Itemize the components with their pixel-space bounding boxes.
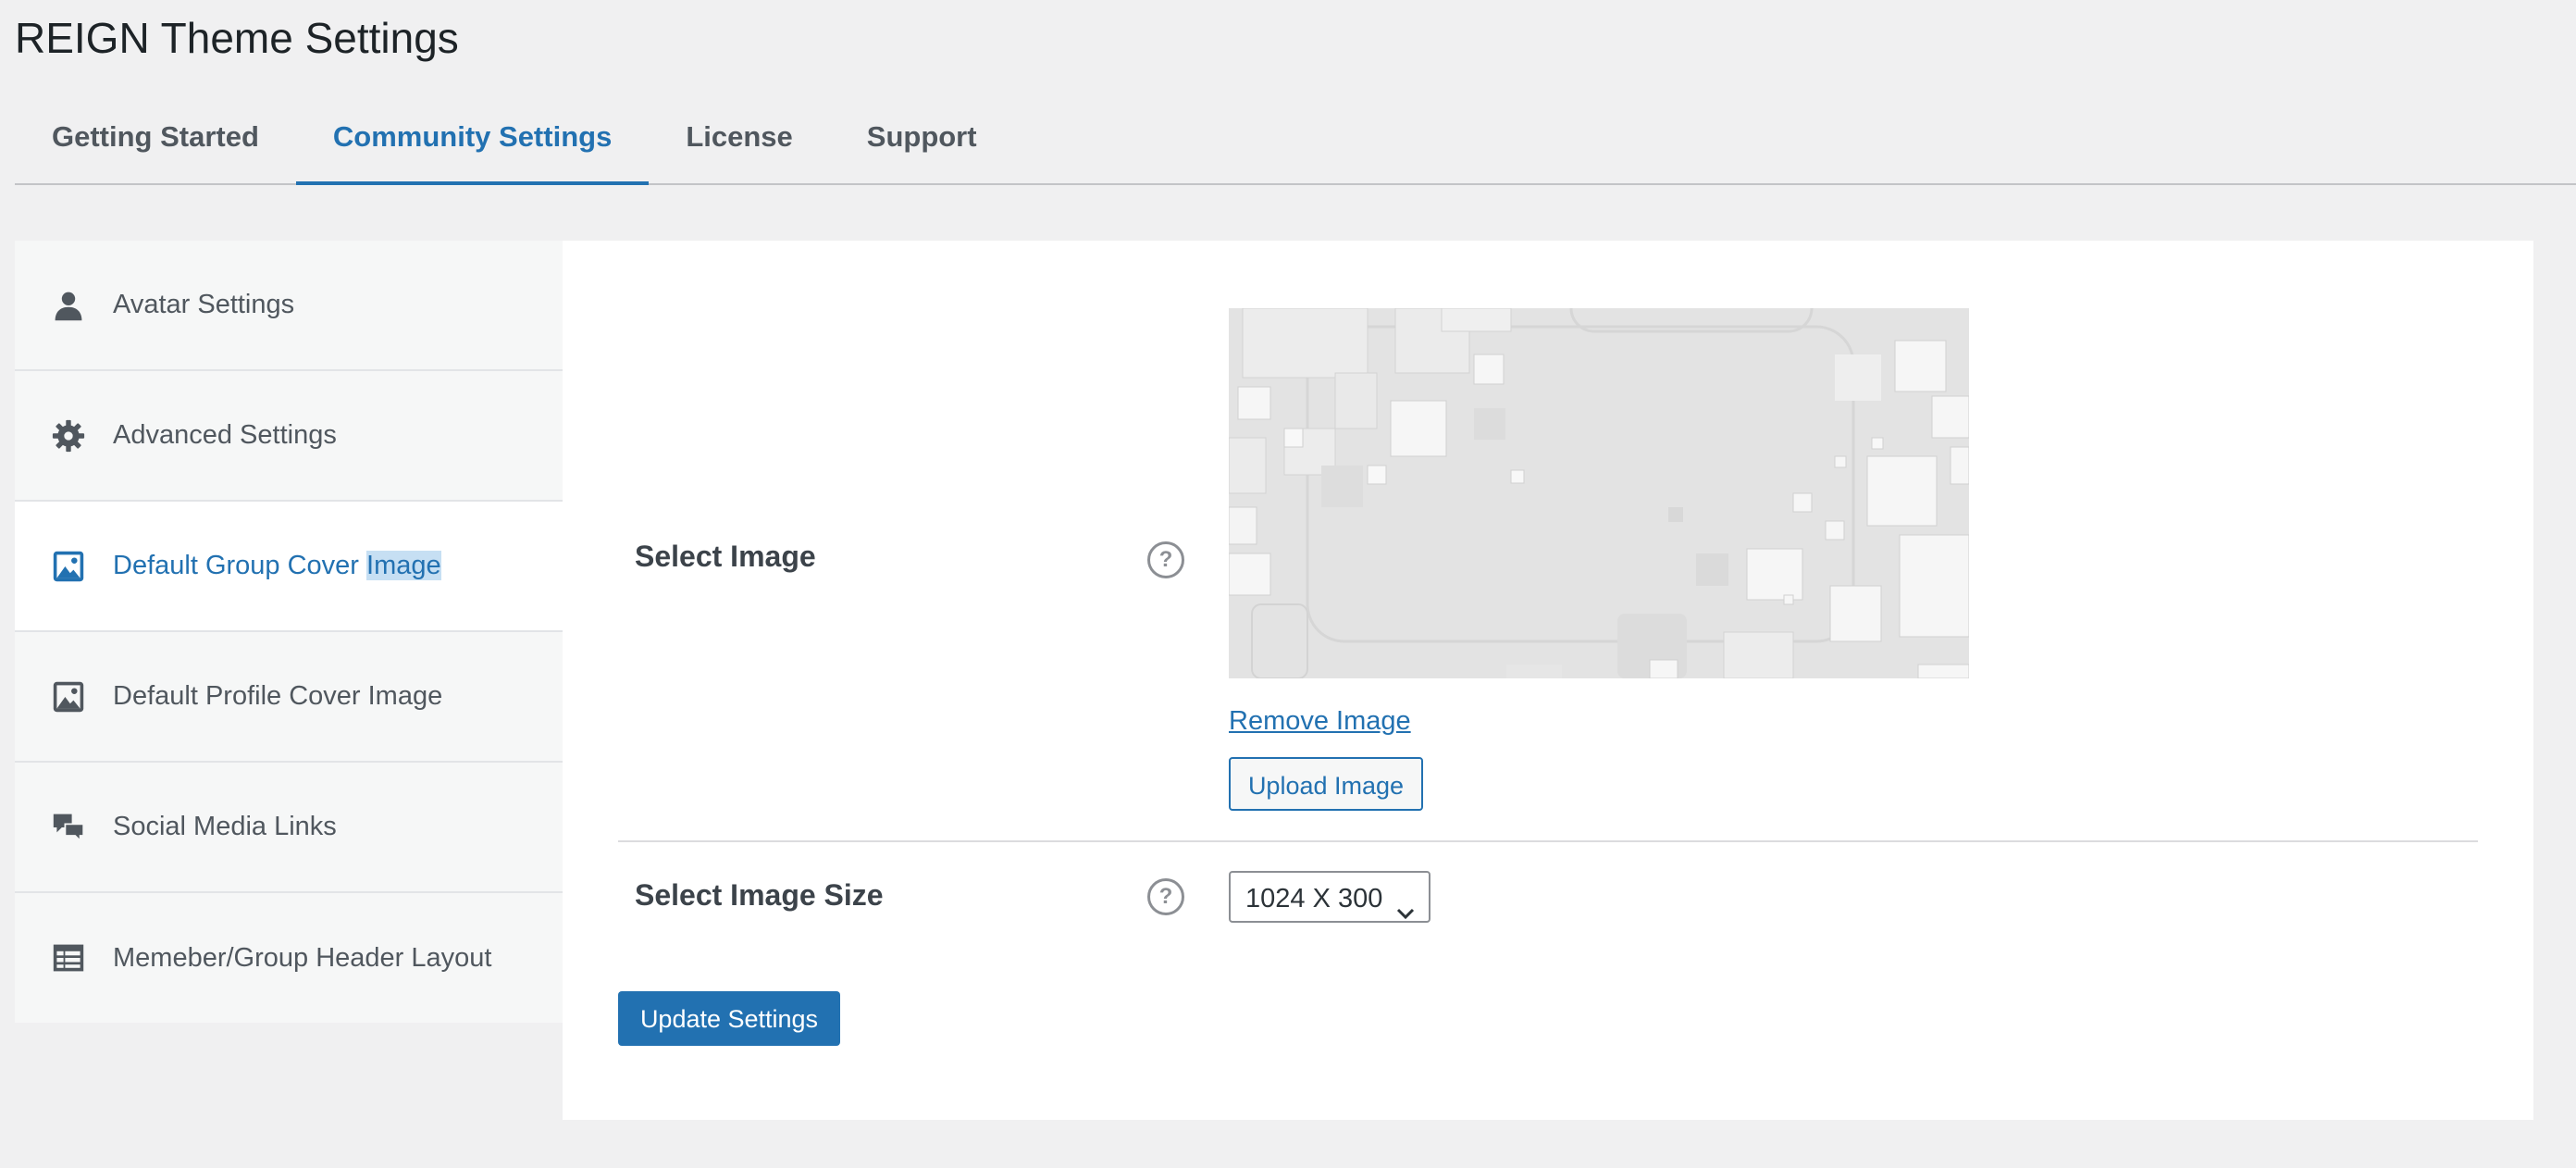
select-image-label: Select Image bbox=[635, 540, 816, 573]
select-image-size-label: Select Image Size bbox=[635, 878, 884, 912]
update-settings-button[interactable]: Update Settings bbox=[618, 991, 840, 1046]
cover-image-preview bbox=[1229, 308, 1969, 678]
sidebar-item-default-profile-cover-image[interactable]: Default Profile Cover Image bbox=[15, 632, 563, 763]
tab-support[interactable]: Support bbox=[830, 104, 1014, 181]
cover-image-pattern bbox=[1229, 308, 1969, 678]
settings-sidebar: Avatar Settings Advanced Settings Defaul… bbox=[15, 241, 563, 1023]
sidebar-item-member-group-header-layout[interactable]: Memeber/Group Header Layout bbox=[15, 893, 563, 1023]
remove-image-link[interactable]: Remove Image bbox=[1229, 706, 1411, 737]
sidebar-item-label: Default Profile Cover Image bbox=[113, 681, 443, 711]
sidebar-item-default-group-cover-image[interactable]: Default Group Cover Image bbox=[15, 502, 563, 632]
sidebar-item-label: Advanced Settings bbox=[113, 420, 337, 450]
help-icon[interactable]: ? bbox=[1147, 541, 1184, 578]
settings-panel: Select Image ? Remove Image Upload Image… bbox=[563, 241, 2533, 1120]
layout-icon bbox=[52, 941, 85, 975]
tab-getting-started[interactable]: Getting Started bbox=[15, 104, 296, 181]
sidebar-item-social-media-links[interactable]: Social Media Links bbox=[15, 763, 563, 893]
sidebar-item-label: Memeber/Group Header Layout bbox=[113, 942, 492, 973]
selected-text: Image bbox=[366, 551, 441, 580]
image-size-select[interactable]: 1024 X 300 bbox=[1229, 871, 1430, 923]
tab-community-settings[interactable]: Community Settings bbox=[295, 104, 650, 185]
user-icon bbox=[52, 289, 85, 322]
image-icon bbox=[52, 680, 85, 714]
page-title: REIGN Theme Settings bbox=[15, 14, 459, 62]
chevron-down-icon bbox=[1395, 889, 1416, 920]
image-icon bbox=[52, 550, 85, 583]
sidebar-item-label: Default Group Cover Image bbox=[113, 551, 441, 580]
upload-image-button[interactable]: Upload Image bbox=[1229, 757, 1423, 811]
settings-tabs: Getting Started Community Settings Licen… bbox=[15, 104, 2576, 185]
help-icon[interactable]: ? bbox=[1147, 878, 1184, 915]
image-size-select-value: 1024 X 300 bbox=[1245, 884, 1383, 913]
gear-icon bbox=[52, 419, 85, 453]
sidebar-item-label: Avatar Settings bbox=[113, 290, 295, 319]
row-divider bbox=[618, 840, 2478, 842]
chat-bubbles-icon bbox=[52, 811, 85, 844]
tab-license[interactable]: License bbox=[649, 104, 829, 181]
sidebar-item-advanced-settings[interactable]: Advanced Settings bbox=[15, 371, 563, 502]
sidebar-item-label: Social Media Links bbox=[113, 812, 337, 841]
sidebar-item-avatar-settings[interactable]: Avatar Settings bbox=[15, 241, 563, 371]
